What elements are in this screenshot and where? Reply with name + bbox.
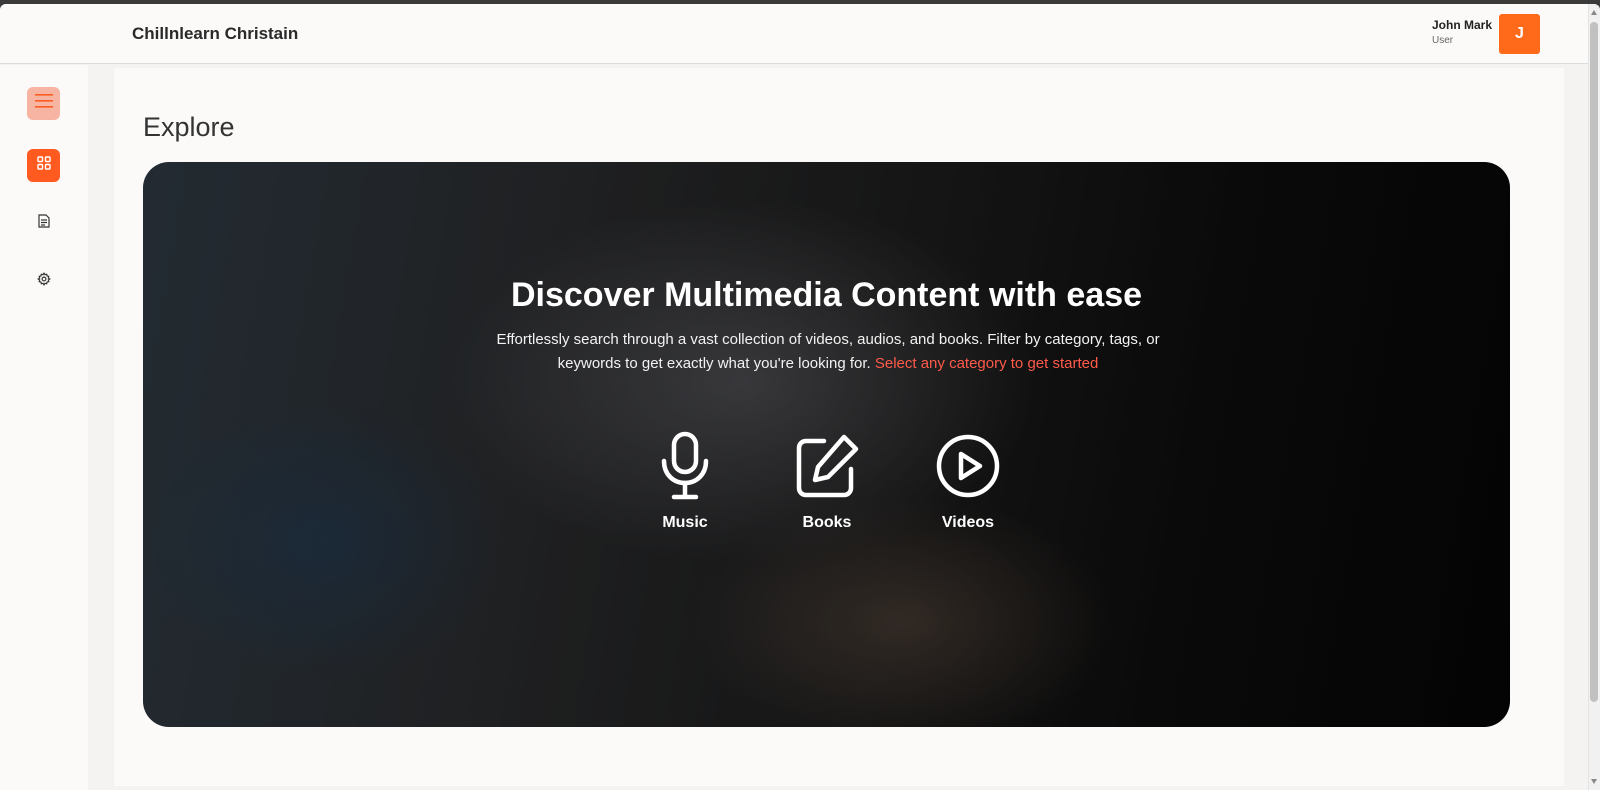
gear-icon (36, 272, 51, 291)
hero-cta-text: Select any category to get started (874, 355, 1099, 372)
edit-icon (777, 430, 877, 502)
category-music-label: Music (662, 514, 708, 531)
category-books-label: Books (802, 514, 852, 531)
top-bar: Chillnlearn Christain John Mark User J (0, 4, 1588, 64)
category-videos[interactable]: Videos (918, 430, 1018, 532)
category-music[interactable]: Music (635, 430, 735, 532)
scrollbar-thumb[interactable] (1590, 22, 1598, 702)
sidebar-toggle-button[interactable] (27, 87, 60, 120)
page-title: Explore (143, 112, 235, 142)
document-icon (37, 214, 50, 233)
sidebar (0, 65, 88, 790)
scroll-up-icon[interactable] (1591, 10, 1597, 15)
vertical-scrollbar[interactable] (1588, 4, 1600, 790)
hamburger-menu-icon (34, 94, 53, 113)
scroll-down-icon[interactable] (1591, 779, 1597, 784)
sidebar-item-documents[interactable] (27, 207, 60, 240)
app-title[interactable]: Chillnlearn Christain (132, 24, 298, 44)
sidebar-item-dashboard[interactable] (27, 149, 60, 182)
user-name: John Mark (1431, 18, 1492, 32)
hero-banner: Discover Multimedia Content with ease Ef… (143, 162, 1510, 727)
play-circle-icon (918, 430, 1018, 502)
sidebar-item-settings[interactable] (27, 265, 60, 298)
main-content: Explore Discover Multimedia Content with… (114, 68, 1564, 786)
category-videos-label: Videos (941, 514, 995, 531)
avatar[interactable]: J (1499, 14, 1540, 54)
hero-title: Discover Multimedia Content with ease (510, 276, 1143, 314)
app-window: Chillnlearn Christain John Mark User J E… (0, 4, 1600, 790)
hero-subtitle: Effortlessly search through a vast colle… (483, 328, 1173, 376)
dashboard-grid-icon (36, 156, 51, 175)
category-books[interactable]: Books (777, 430, 877, 532)
user-info[interactable]: John Mark User (1432, 18, 1492, 50)
microphone-icon (635, 430, 735, 502)
user-role: User (1431, 35, 1454, 46)
